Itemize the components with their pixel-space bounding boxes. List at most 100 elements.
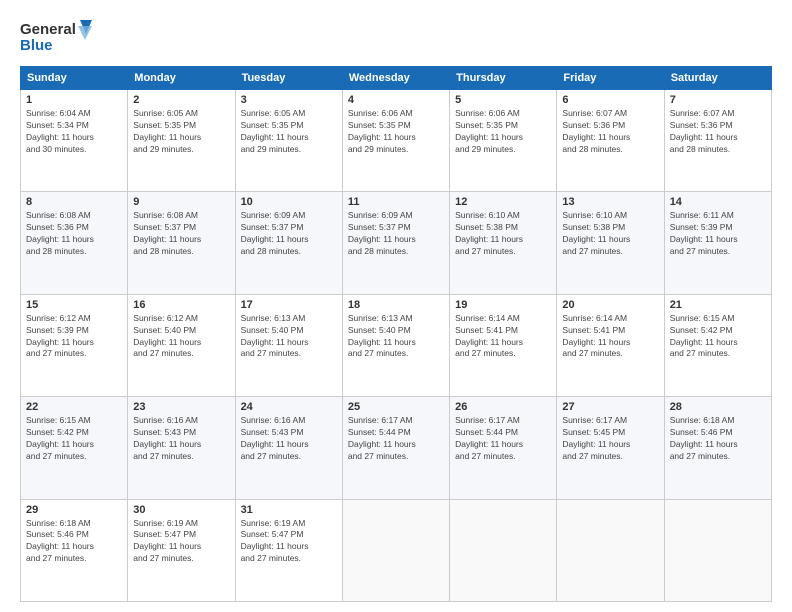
calendar-cell: 30 Sunrise: 6:19 AM Sunset: 5:47 PM Dayli… — [128, 499, 235, 601]
day-number: 6 — [562, 94, 658, 106]
calendar-cell: 5 Sunrise: 6:06 AM Sunset: 5:35 PM Daylig… — [450, 90, 557, 192]
day-number: 4 — [348, 94, 444, 106]
calendar-cell: 1Sunrise: 6:04 AM Sunset: 5:34 PM Daylig… — [21, 90, 128, 192]
day-info: Sunrise: 6:12 AM Sunset: 5:40 PM Dayligh… — [133, 313, 229, 361]
calendar-cell: 26 Sunrise: 6:17 AM Sunset: 5:44 PM Dayli… — [450, 397, 557, 499]
day-number: 16 — [133, 299, 229, 311]
day-info: Sunrise: 6:06 AM Sunset: 5:35 PM Dayligh… — [348, 108, 444, 156]
day-info: Sunrise: 6:05 AM Sunset: 5:35 PM Dayligh… — [133, 108, 229, 156]
calendar-cell: 18 Sunrise: 6:13 AM Sunset: 5:40 PM Dayli… — [342, 294, 449, 396]
day-number: 10 — [241, 196, 337, 208]
day-info: Sunrise: 6:19 AM Sunset: 5:47 PM Dayligh… — [241, 518, 337, 566]
day-info: Sunrise: 6:08 AM Sunset: 5:37 PM Dayligh… — [133, 210, 229, 258]
day-info: Sunrise: 6:15 AM Sunset: 5:42 PM Dayligh… — [26, 415, 122, 463]
weekday-header: Tuesday — [235, 67, 342, 90]
weekday-header: Thursday — [450, 67, 557, 90]
calendar-cell: 14Sunrise: 6:11 AM Sunset: 5:39 PM Dayli… — [664, 192, 771, 294]
day-info: Sunrise: 6:07 AM Sunset: 5:36 PM Dayligh… — [670, 108, 766, 156]
calendar-week-row: 15 Sunrise: 6:12 AM Sunset: 5:39 PM Dayli… — [21, 294, 772, 396]
day-number: 9 — [133, 196, 229, 208]
day-number: 2 — [133, 94, 229, 106]
logo: GeneralBlue — [20, 18, 100, 58]
day-number: 7 — [670, 94, 766, 106]
calendar-cell: 7 Sunrise: 6:07 AM Sunset: 5:36 PM Daylig… — [664, 90, 771, 192]
day-number: 14 — [670, 196, 766, 208]
calendar-cell: 31 Sunrise: 6:19 AM Sunset: 5:47 PM Dayli… — [235, 499, 342, 601]
day-number: 27 — [562, 401, 658, 413]
calendar-cell: 8 Sunrise: 6:08 AM Sunset: 5:36 PM Daylig… — [21, 192, 128, 294]
calendar-cell: 21 Sunrise: 6:15 AM Sunset: 5:42 PM Dayli… — [664, 294, 771, 396]
calendar-week-row: 29 Sunrise: 6:18 AM Sunset: 5:46 PM Dayli… — [21, 499, 772, 601]
day-number: 31 — [241, 504, 337, 516]
day-info: Sunrise: 6:04 AM Sunset: 5:34 PM Dayligh… — [26, 108, 122, 156]
day-number: 15 — [26, 299, 122, 311]
calendar-header-row: SundayMondayTuesdayWednesdayThursdayFrid… — [21, 67, 772, 90]
day-info: Sunrise: 6:18 AM Sunset: 5:46 PM Dayligh… — [670, 415, 766, 463]
day-number: 20 — [562, 299, 658, 311]
day-number: 23 — [133, 401, 229, 413]
day-info: Sunrise: 6:13 AM Sunset: 5:40 PM Dayligh… — [241, 313, 337, 361]
weekday-header: Sunday — [21, 67, 128, 90]
calendar-cell: 11 Sunrise: 6:09 AM Sunset: 5:37 PM Dayli… — [342, 192, 449, 294]
day-number: 29 — [26, 504, 122, 516]
day-info: Sunrise: 6:07 AM Sunset: 5:36 PM Dayligh… — [562, 108, 658, 156]
calendar-cell: 9 Sunrise: 6:08 AM Sunset: 5:37 PM Daylig… — [128, 192, 235, 294]
day-number: 8 — [26, 196, 122, 208]
weekday-header: Saturday — [664, 67, 771, 90]
day-info: Sunrise: 6:17 AM Sunset: 5:44 PM Dayligh… — [348, 415, 444, 463]
day-number: 30 — [133, 504, 229, 516]
day-info: Sunrise: 6:14 AM Sunset: 5:41 PM Dayligh… — [455, 313, 551, 361]
day-number: 22 — [26, 401, 122, 413]
day-info: Sunrise: 6:10 AM Sunset: 5:38 PM Dayligh… — [455, 210, 551, 258]
day-number: 24 — [241, 401, 337, 413]
calendar-cell: 16 Sunrise: 6:12 AM Sunset: 5:40 PM Dayli… — [128, 294, 235, 396]
calendar-cell: 17 Sunrise: 6:13 AM Sunset: 5:40 PM Dayli… — [235, 294, 342, 396]
page: GeneralBlue SundayMondayTuesdayWednesday… — [0, 0, 792, 612]
day-info: Sunrise: 6:13 AM Sunset: 5:40 PM Dayligh… — [348, 313, 444, 361]
day-info: Sunrise: 6:15 AM Sunset: 5:42 PM Dayligh… — [670, 313, 766, 361]
day-info: Sunrise: 6:16 AM Sunset: 5:43 PM Dayligh… — [241, 415, 337, 463]
calendar-cell: 2 Sunrise: 6:05 AM Sunset: 5:35 PM Daylig… — [128, 90, 235, 192]
header: GeneralBlue — [20, 18, 772, 58]
calendar-cell: 23 Sunrise: 6:16 AM Sunset: 5:43 PM Dayli… — [128, 397, 235, 499]
calendar-cell: 15 Sunrise: 6:12 AM Sunset: 5:39 PM Dayli… — [21, 294, 128, 396]
day-info: Sunrise: 6:14 AM Sunset: 5:41 PM Dayligh… — [562, 313, 658, 361]
day-info: Sunrise: 6:17 AM Sunset: 5:44 PM Dayligh… — [455, 415, 551, 463]
day-info: Sunrise: 6:06 AM Sunset: 5:35 PM Dayligh… — [455, 108, 551, 156]
svg-text:General: General — [20, 21, 76, 38]
day-number: 3 — [241, 94, 337, 106]
day-info: Sunrise: 6:12 AM Sunset: 5:39 PM Dayligh… — [26, 313, 122, 361]
day-info: Sunrise: 6:05 AM Sunset: 5:35 PM Dayligh… — [241, 108, 337, 156]
calendar-cell: 10 Sunrise: 6:09 AM Sunset: 5:37 PM Dayli… — [235, 192, 342, 294]
calendar-table: SundayMondayTuesdayWednesdayThursdayFrid… — [20, 66, 772, 602]
logo-icon: GeneralBlue — [20, 18, 100, 58]
day-info: Sunrise: 6:16 AM Sunset: 5:43 PM Dayligh… — [133, 415, 229, 463]
calendar-cell: 20 Sunrise: 6:14 AM Sunset: 5:41 PM Dayli… — [557, 294, 664, 396]
day-number: 11 — [348, 196, 444, 208]
day-number: 25 — [348, 401, 444, 413]
calendar-cell — [450, 499, 557, 601]
day-info: Sunrise: 6:09 AM Sunset: 5:37 PM Dayligh… — [241, 210, 337, 258]
day-number: 19 — [455, 299, 551, 311]
day-number: 12 — [455, 196, 551, 208]
day-number: 21 — [670, 299, 766, 311]
day-number: 26 — [455, 401, 551, 413]
calendar-cell: 12 Sunrise: 6:10 AM Sunset: 5:38 PM Dayli… — [450, 192, 557, 294]
day-info: Sunrise: 6:08 AM Sunset: 5:36 PM Dayligh… — [26, 210, 122, 258]
calendar-cell: 27 Sunrise: 6:17 AM Sunset: 5:45 PM Dayli… — [557, 397, 664, 499]
calendar-week-row: 8 Sunrise: 6:08 AM Sunset: 5:36 PM Daylig… — [21, 192, 772, 294]
day-number: 17 — [241, 299, 337, 311]
day-number: 13 — [562, 196, 658, 208]
day-info: Sunrise: 6:17 AM Sunset: 5:45 PM Dayligh… — [562, 415, 658, 463]
day-number: 18 — [348, 299, 444, 311]
calendar-week-row: 1Sunrise: 6:04 AM Sunset: 5:34 PM Daylig… — [21, 90, 772, 192]
day-info: Sunrise: 6:18 AM Sunset: 5:46 PM Dayligh… — [26, 518, 122, 566]
day-info: Sunrise: 6:19 AM Sunset: 5:47 PM Dayligh… — [133, 518, 229, 566]
day-info: Sunrise: 6:09 AM Sunset: 5:37 PM Dayligh… — [348, 210, 444, 258]
svg-text:Blue: Blue — [20, 37, 53, 54]
weekday-header: Wednesday — [342, 67, 449, 90]
calendar-cell: 28Sunrise: 6:18 AM Sunset: 5:46 PM Dayli… — [664, 397, 771, 499]
weekday-header: Friday — [557, 67, 664, 90]
calendar-cell: 22 Sunrise: 6:15 AM Sunset: 5:42 PM Dayli… — [21, 397, 128, 499]
day-number: 5 — [455, 94, 551, 106]
